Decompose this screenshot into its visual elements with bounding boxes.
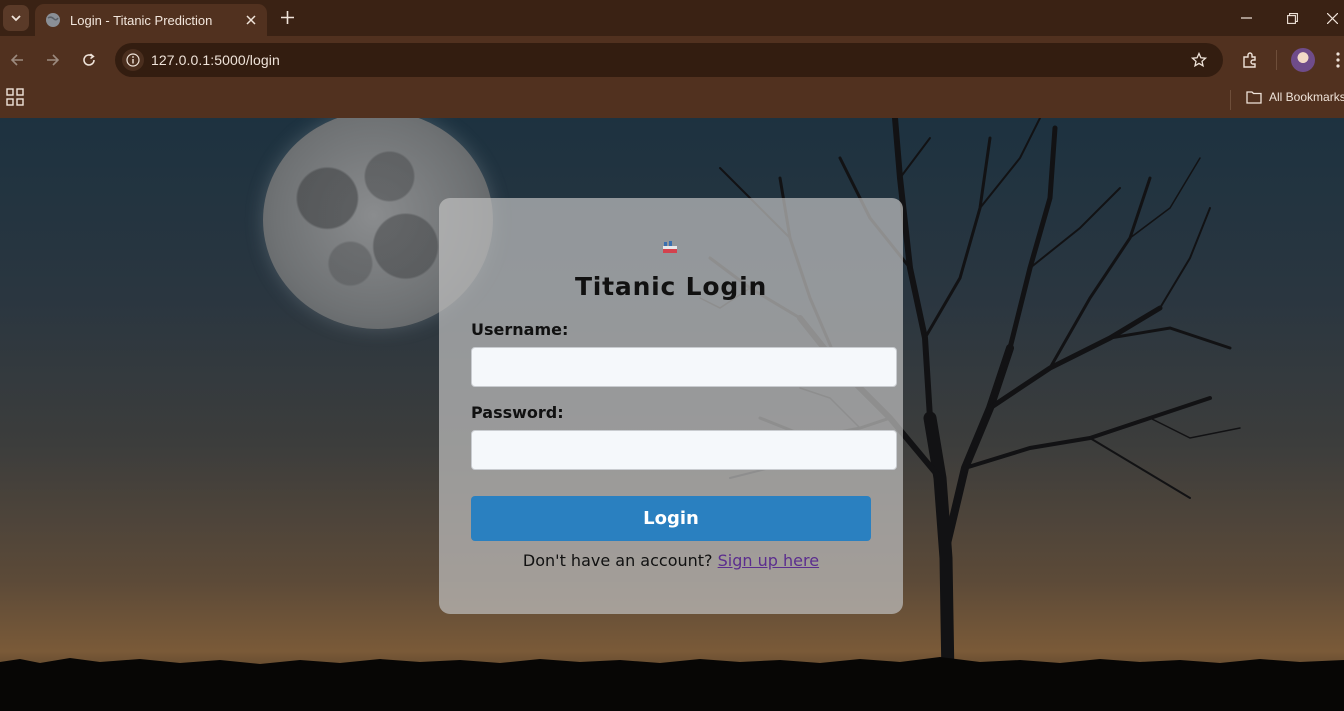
bookmarks-bar: All Bookmarks	[0, 84, 1344, 118]
all-bookmarks-label: All Bookmarks	[1269, 90, 1344, 104]
ship-logo-icon	[663, 241, 677, 253]
password-input[interactable]	[471, 430, 897, 470]
plus-icon[interactable]	[277, 7, 297, 27]
browser-toolbar: 127.0.0.1:5000/login	[0, 36, 1344, 84]
signup-row: Don't have an account? Sign up here	[439, 551, 903, 570]
folder-icon	[1246, 91, 1262, 104]
back-icon[interactable]	[6, 49, 28, 71]
bookmarks-divider	[1230, 90, 1231, 110]
login-card: Titanic Login Username: Password: Login …	[439, 198, 903, 614]
all-bookmarks-button[interactable]: All Bookmarks	[1246, 90, 1344, 104]
password-label: Password:	[471, 403, 564, 422]
url-text[interactable]: 127.0.0.1:5000/login	[151, 52, 280, 68]
info-icon[interactable]	[122, 49, 144, 71]
extensions-icon[interactable]	[1238, 48, 1262, 72]
tab-search-icon[interactable]	[3, 5, 29, 31]
toolbar-divider	[1276, 50, 1277, 70]
globe-icon	[46, 13, 60, 27]
tab-strip: Login - Titanic Prediction	[0, 0, 1344, 36]
menu-icon[interactable]	[1326, 48, 1344, 72]
minimize-icon[interactable]	[1236, 8, 1256, 28]
apps-grid-icon[interactable]	[6, 88, 24, 106]
page-title: Titanic Login	[574, 272, 768, 301]
close-icon[interactable]	[241, 10, 261, 30]
username-input[interactable]	[471, 347, 897, 387]
signup-link[interactable]: Sign up here	[718, 551, 819, 570]
star-icon[interactable]	[1189, 50, 1209, 70]
login-button[interactable]: Login	[471, 496, 871, 541]
tab-title: Login - Titanic Prediction	[70, 12, 213, 28]
forward-icon[interactable]	[42, 49, 64, 71]
restore-icon[interactable]	[1282, 8, 1302, 28]
username-label: Username:	[471, 320, 569, 339]
profile-avatar[interactable]	[1291, 48, 1315, 72]
page-background: Titanic Login Username: Password: Login …	[0, 118, 1344, 711]
signup-prompt: Don't have an account?	[522, 551, 713, 570]
window-close-icon[interactable]	[1322, 8, 1342, 28]
active-tab[interactable]: Login - Titanic Prediction	[35, 4, 267, 36]
address-bar[interactable]: 127.0.0.1:5000/login	[115, 43, 1223, 77]
ground	[0, 666, 1344, 711]
reload-icon[interactable]	[78, 49, 100, 71]
